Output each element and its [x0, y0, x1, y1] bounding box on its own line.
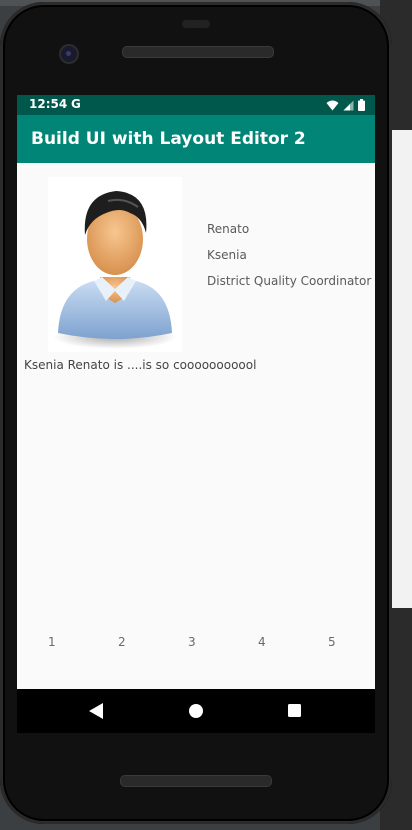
- app-bar: Build UI with Layout Editor 2: [17, 115, 375, 163]
- navigation-bar: [17, 689, 375, 733]
- number-label-3: 3: [188, 635, 196, 649]
- first-name-label: Renato: [207, 222, 250, 236]
- last-name-label: Ksenia: [207, 248, 247, 262]
- avatar-image: [48, 177, 182, 352]
- app-screen: 12:54 G Build UI with Layout Editor 2 Re…: [17, 95, 375, 689]
- avatar-icon: [53, 191, 177, 349]
- status-time: 12:54: [29, 97, 68, 111]
- bottom-speaker: [120, 775, 272, 787]
- app-title: Build UI with Layout Editor 2: [31, 129, 306, 149]
- number-label-5: 5: [328, 635, 336, 649]
- battery-icon: [358, 99, 365, 111]
- number-label-1: 1: [48, 635, 56, 649]
- job-title-label: District Quality Coordinator: [207, 274, 372, 288]
- number-label-2: 2: [118, 635, 126, 649]
- description-text: Ksenia Renato is ....is so cooooooooool: [24, 358, 257, 372]
- front-camera: [59, 44, 79, 64]
- earpiece-speaker: [122, 46, 274, 58]
- google-icon: G: [71, 97, 81, 111]
- signal-icon: [343, 100, 354, 110]
- status-bar: 12:54 G: [17, 95, 375, 115]
- recents-icon[interactable]: [288, 704, 301, 717]
- phone-top-slit: [182, 20, 210, 28]
- home-icon[interactable]: [189, 704, 203, 718]
- back-icon[interactable]: [89, 703, 103, 719]
- wifi-icon: [326, 100, 339, 110]
- number-label-4: 4: [258, 635, 266, 649]
